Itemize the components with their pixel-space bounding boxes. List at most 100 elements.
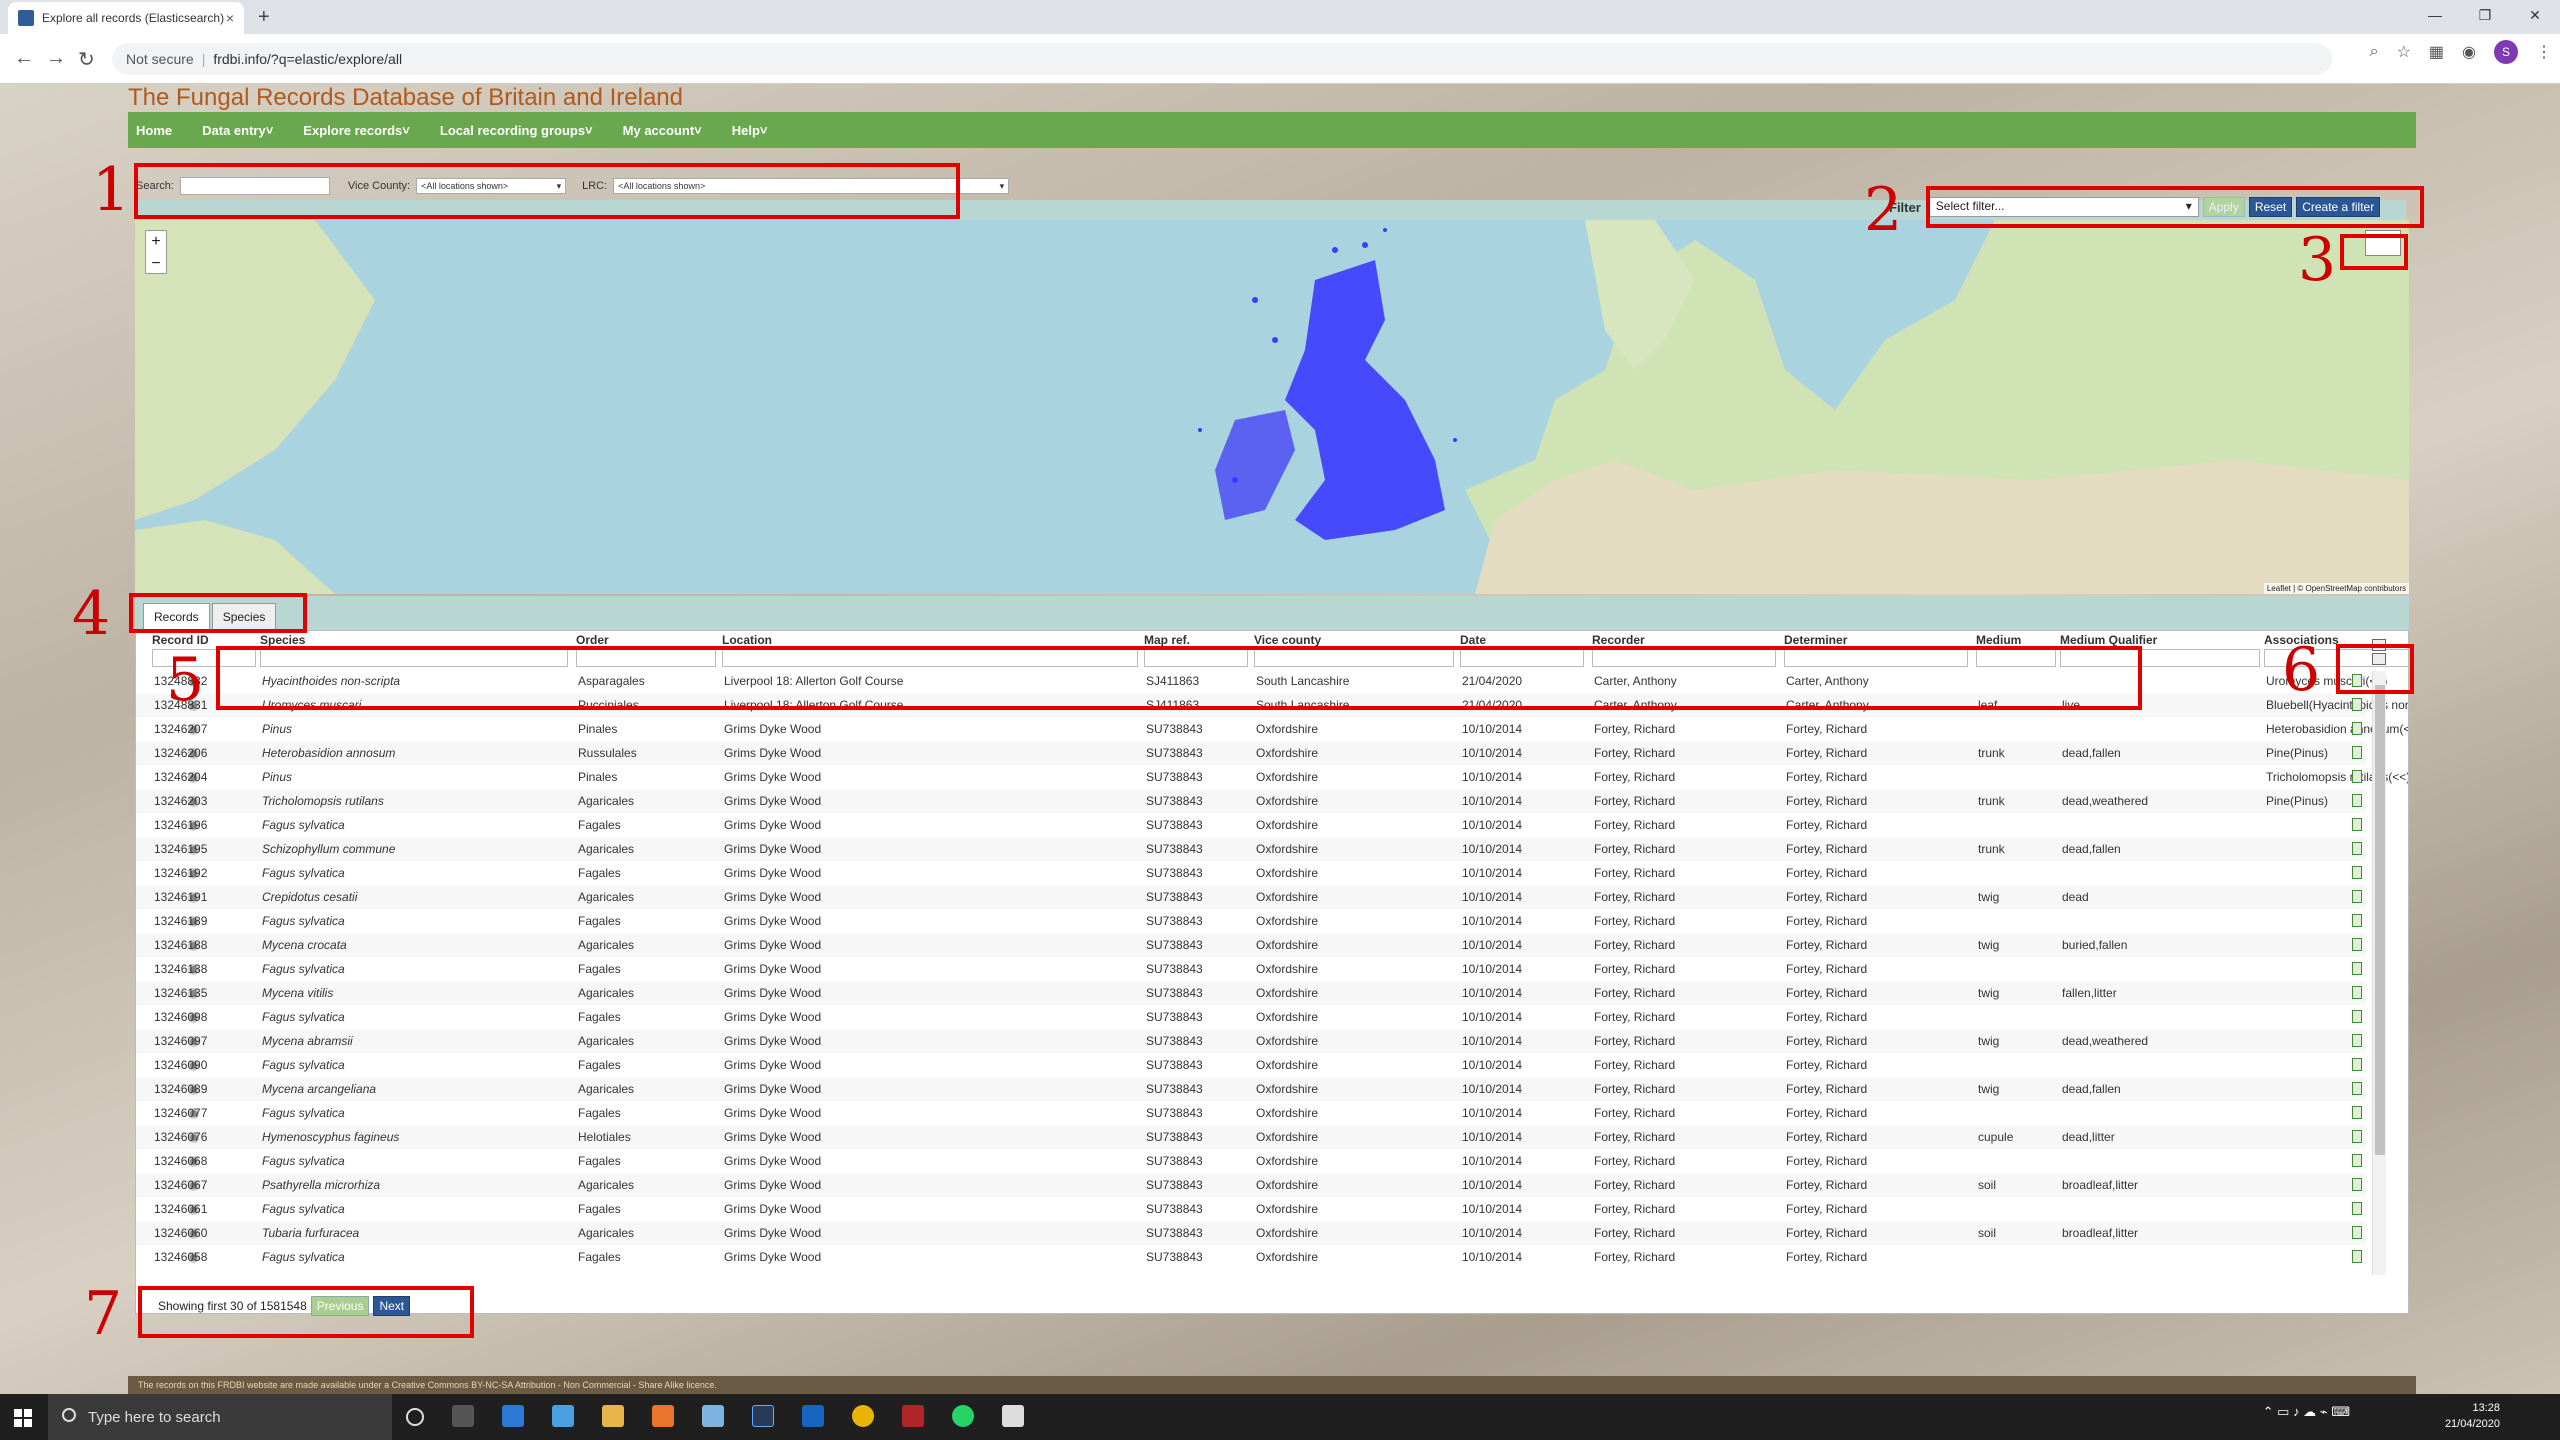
- windows-start-icon[interactable]: [14, 1409, 32, 1427]
- table-row[interactable]: 13246090 Fagus sylvatica Fagales Grims Dyke…: [136, 1053, 2366, 1077]
- record-details-icon[interactable]: [2352, 1034, 2362, 1047]
- table-row[interactable]: 13246077 Fagus sylvatica Fagales Grims Dyke…: [136, 1101, 2366, 1125]
- file-explorer-icon[interactable]: [602, 1405, 624, 1427]
- column-header-determiner[interactable]: Determiner: [1784, 633, 1847, 647]
- window-close-icon[interactable]: ✕: [2510, 0, 2560, 34]
- browser-tab[interactable]: Explore all records (Elasticsearch) ×: [8, 2, 244, 34]
- record-details-icon[interactable]: [2352, 1082, 2362, 1095]
- record-details-icon[interactable]: [2352, 962, 2362, 975]
- record-details-icon[interactable]: [2352, 722, 2362, 735]
- taskbar-search[interactable]: Type here to search: [48, 1394, 392, 1440]
- url-field[interactable]: Not secure | frdbi.info/?q=elastic/explo…: [112, 43, 2332, 75]
- column-header-map-ref[interactable]: Map ref.: [1144, 633, 1190, 647]
- table-row[interactable]: 13246089 Mycena arcangeliana Agaricales Gri…: [136, 1077, 2366, 1101]
- forward-icon[interactable]: →: [46, 47, 66, 70]
- menu-data-entry[interactable]: Data entry˅: [202, 123, 273, 138]
- lightroom-icon[interactable]: [752, 1405, 774, 1427]
- profile-avatar[interactable]: S: [2494, 40, 2518, 64]
- table-row[interactable]: 13246098 Fagus sylvatica Fagales Grims Dyke…: [136, 1005, 2366, 1029]
- access-icon[interactable]: [902, 1405, 924, 1427]
- grid-scrollbar[interactable]: [2372, 671, 2386, 1275]
- store-icon[interactable]: [552, 1405, 574, 1427]
- column-header-date[interactable]: Date: [1460, 633, 1486, 647]
- table-row[interactable]: 13246195 Schizophyllum commune Agaricales G…: [136, 837, 2366, 861]
- record-details-icon[interactable]: [2352, 914, 2362, 927]
- record-details-icon[interactable]: [2352, 938, 2362, 951]
- record-details-icon[interactable]: [2352, 1226, 2362, 1239]
- bookmark-star-icon[interactable]: ☆: [2397, 42, 2411, 62]
- new-tab-button[interactable]: +: [258, 6, 270, 29]
- table-row[interactable]: 13246068 Fagus sylvatica Fagales Grims Dyke…: [136, 1149, 2366, 1173]
- table-row[interactable]: 13246058 Fagus sylvatica Fagales Grims Dyke…: [136, 1245, 2366, 1269]
- table-row[interactable]: 13246188 Mycena crocata Agaricales Grims Dy…: [136, 933, 2366, 957]
- record-details-icon[interactable]: [2352, 842, 2362, 855]
- whatsapp-icon[interactable]: [952, 1405, 974, 1427]
- cortana-icon[interactable]: [406, 1408, 424, 1426]
- zoom-icon[interactable]: ⌕: [2370, 43, 2379, 61]
- record-details-icon[interactable]: [2352, 1154, 2362, 1167]
- record-details-icon[interactable]: [2352, 1250, 2362, 1263]
- snipping-tool-icon[interactable]: [1002, 1405, 1024, 1427]
- site-title[interactable]: The Fungal Records Database of Britain a…: [128, 86, 683, 110]
- record-details-icon[interactable]: [2352, 1178, 2362, 1191]
- minimize-icon[interactable]: —: [2410, 0, 2460, 34]
- extension-cookie-icon[interactable]: ◉: [2462, 42, 2476, 62]
- table-row[interactable]: 13246203 Tricholomopsis rutilans Agaricale…: [136, 789, 2366, 813]
- menu-home[interactable]: Home: [136, 123, 172, 138]
- edge-icon[interactable]: [502, 1405, 524, 1427]
- maximize-icon[interactable]: ❐: [2460, 0, 2510, 34]
- table-row[interactable]: 13246138 Fagus sylvatica Fagales Grims Dyke…: [136, 957, 2366, 981]
- column-header-medium-qualifier[interactable]: Medium Qualifier: [2060, 633, 2157, 647]
- menu-local-recording-groups[interactable]: Local recording groups˅: [440, 123, 593, 138]
- record-details-icon[interactable]: [2352, 1130, 2362, 1143]
- record-details-icon[interactable]: [2352, 746, 2362, 759]
- table-row[interactable]: 13246189 Fagus sylvatica Fagales Grims Dyke…: [136, 909, 2366, 933]
- record-details-icon[interactable]: [2352, 1058, 2362, 1071]
- extension-icon[interactable]: ▦: [2429, 42, 2444, 62]
- record-details-icon[interactable]: [2352, 818, 2362, 831]
- table-row[interactable]: 13246067 Psathyrella microrhiza Agaricales…: [136, 1173, 2366, 1197]
- column-header-recorder[interactable]: Recorder: [1592, 633, 1645, 647]
- back-icon[interactable]: ←: [14, 47, 34, 70]
- record-details-icon[interactable]: [2352, 1202, 2362, 1215]
- map-zoom-control[interactable]: + −: [145, 230, 167, 274]
- record-details-icon[interactable]: [2352, 986, 2362, 999]
- chrome-icon[interactable]: [852, 1405, 874, 1427]
- table-row[interactable]: 13246192 Fagus sylvatica Fagales Grims Dyke…: [136, 861, 2366, 885]
- tab-close-icon[interactable]: ×: [226, 10, 234, 26]
- table-row[interactable]: 13246191 Crepidotus cesatii Agaricales Grim…: [136, 885, 2366, 909]
- column-header-medium[interactable]: Medium: [1976, 633, 2021, 647]
- clock-date[interactable]: 21/04/2020: [2445, 1416, 2500, 1432]
- app-icon-blue[interactable]: [702, 1405, 724, 1427]
- record-details-icon[interactable]: [2352, 1010, 2362, 1023]
- zoom-in-button[interactable]: +: [146, 231, 166, 253]
- record-details-icon[interactable]: [2352, 794, 2362, 807]
- record-details-icon[interactable]: [2352, 698, 2362, 711]
- zoom-out-button[interactable]: −: [146, 253, 166, 275]
- table-row[interactable]: 13246060 Tubaria furfuracea Agaricales Grim…: [136, 1221, 2366, 1245]
- record-details-icon[interactable]: [2352, 770, 2362, 783]
- clock-time[interactable]: 13:28: [2445, 1400, 2500, 1416]
- record-details-icon[interactable]: [2352, 866, 2362, 879]
- column-header-species[interactable]: Species: [260, 633, 305, 647]
- column-header-order[interactable]: Order: [576, 633, 609, 647]
- scrollbar-thumb[interactable]: [2375, 685, 2385, 1155]
- app-icon-orange[interactable]: [652, 1405, 674, 1427]
- menu-help[interactable]: Help˅: [732, 123, 768, 138]
- map-attribution[interactable]: Leaflet | © OpenStreetMap contributors: [2263, 583, 2409, 594]
- table-row[interactable]: 13246097 Mycena abramsii Agaricales Grims D…: [136, 1029, 2366, 1053]
- menu-explore-records[interactable]: Explore records˅: [303, 123, 410, 138]
- table-row[interactable]: 13246204 Pinus Pinales Grims Dyke Wood SU738…: [136, 765, 2408, 789]
- outlook-icon[interactable]: [802, 1405, 824, 1427]
- table-row[interactable]: 13246207 Pinus Pinales Grims Dyke Wood SU738…: [136, 717, 2408, 741]
- task-view-icon[interactable]: [452, 1405, 474, 1427]
- column-header-vice-county[interactable]: Vice county: [1254, 633, 1321, 647]
- column-header-location[interactable]: Location: [722, 633, 772, 647]
- browser-menu-icon[interactable]: ⋮: [2536, 42, 2552, 62]
- tray-icons[interactable]: ⌃ ▭ ♪ ☁ ⌁ ⌨: [2263, 1404, 2350, 1420]
- records-map[interactable]: + − Leaflet | © OpenStreetMap contributo…: [135, 220, 2409, 594]
- record-details-icon[interactable]: [2352, 890, 2362, 903]
- table-row[interactable]: 13246076 Hymenoscyphus fagineus Helotiales…: [136, 1125, 2366, 1149]
- table-row[interactable]: 13246206 Heterobasidion annosum Russulales…: [136, 741, 2366, 765]
- menu-my-account[interactable]: My account˅: [623, 123, 702, 138]
